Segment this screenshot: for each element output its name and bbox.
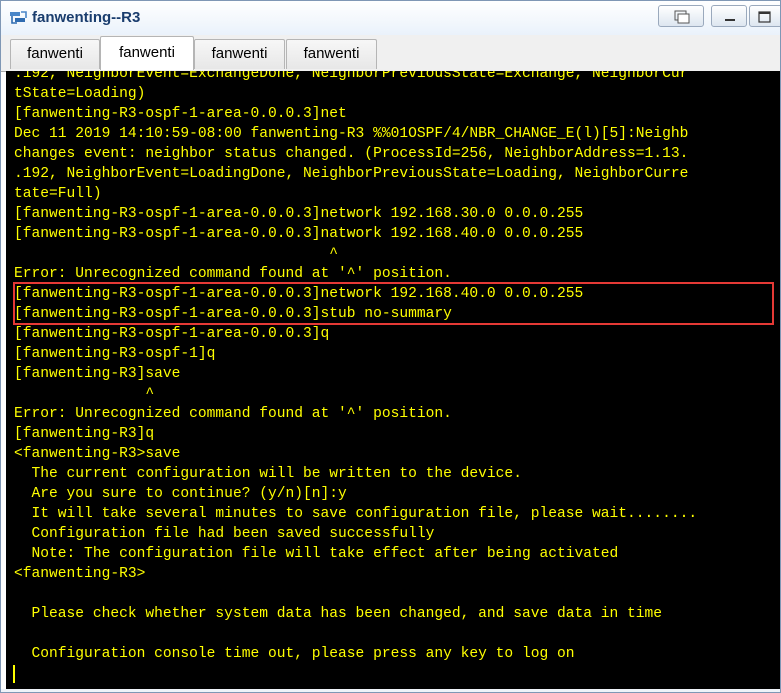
terminal-line: [fanwenting-R3]save	[14, 366, 181, 382]
terminal-line: [fanwenting-R3-ospf-1-area-0.0.0.3]netwo…	[14, 206, 584, 222]
terminal-line: changes event: neighbor status changed. …	[14, 146, 689, 162]
network-device-icon	[10, 11, 27, 24]
tab-session-2-active[interactable]: fanwenti	[100, 36, 194, 70]
terminal-line: It will take several minutes to save con…	[14, 506, 698, 522]
terminal-line: Are you sure to continue? (y/n)[n]:y	[14, 486, 347, 502]
session-tabs: fanwenti fanwenti fanwenti fanwenti	[1, 35, 780, 72]
tab-session-3[interactable]: fanwenti	[194, 39, 285, 69]
minimize-button[interactable]	[711, 5, 747, 27]
tab-session-1[interactable]: fanwenti	[10, 39, 100, 69]
window-title: fanwenting--R3	[32, 9, 141, 26]
terminal-output[interactable]: .192, NeighborEvent=ExchangeDone, Neighb…	[6, 71, 780, 689]
tab-session-4[interactable]: fanwenti	[286, 39, 377, 69]
terminal-line: [fanwenting-R3-ospf-1-area-0.0.0.3]natwo…	[14, 226, 584, 242]
error-message: Error: Unrecognized command found at '^'…	[14, 266, 452, 282]
terminal-line: [fanwenting-R3]q	[14, 426, 155, 442]
terminal-line: [fanwenting-R3-ospf-1-area-0.0.0.3]q	[14, 326, 330, 342]
window-bottom-border	[1, 689, 780, 692]
terminal-line: Note: The configuration file will take e…	[14, 546, 619, 562]
maximize-button[interactable]	[749, 5, 780, 27]
terminal-window: fanwenting--R3 fanwenti fanwenti fanwent…	[0, 0, 781, 693]
terminal-prompt: <fanwenting-R3>	[14, 566, 146, 582]
title-bar[interactable]: fanwenting--R3	[1, 1, 780, 36]
terminal-line: [fanwenting-R3-ospf-1]q	[14, 346, 216, 362]
terminal-line: tate=Full)	[14, 186, 102, 202]
restore-icon	[674, 10, 690, 24]
terminal-line: <fanwenting-R3>save	[14, 446, 181, 462]
terminal-line: The current configuration will be writte…	[14, 466, 522, 482]
terminal-line: Dec 11 2019 14:10:59-08:00 fanwenting-R3…	[14, 126, 689, 142]
terminal-line: Configuration console time out, please p…	[14, 646, 575, 662]
restore-button[interactable]	[658, 5, 704, 27]
minimize-icon	[725, 19, 735, 21]
terminal-line: tState=Loading)	[14, 86, 146, 102]
terminal-line: Configuration file had been saved succes…	[14, 526, 435, 542]
red-highlight-box	[13, 282, 774, 325]
maximize-icon	[758, 11, 771, 23]
error-caret: ^	[14, 386, 155, 402]
error-caret: ^	[14, 246, 339, 262]
terminal-line: .192, NeighborEvent=ExchangeDone, Neighb…	[14, 71, 689, 82]
text-cursor	[13, 665, 15, 683]
terminal-line: Please check whether system data has bee…	[14, 606, 663, 622]
terminal-line: [fanwenting-R3-ospf-1-area-0.0.0.3]net	[14, 106, 347, 122]
terminal-line: .192, NeighborEvent=LoadingDone, Neighbo…	[14, 166, 689, 182]
error-message: Error: Unrecognized command found at '^'…	[14, 406, 452, 422]
